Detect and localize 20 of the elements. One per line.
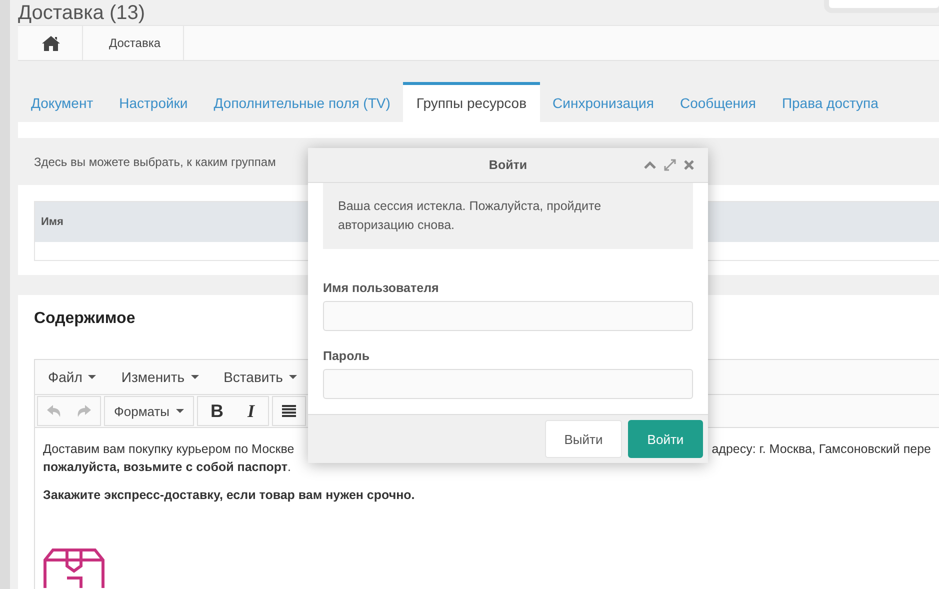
page-title: Доставка (13) [18,2,146,24]
logout-button[interactable]: Выйти [545,420,622,458]
info-text: Здесь вы можете выбрать, к каким группам [34,154,276,168]
body-text: Закажите экспресс-доставку, если товар вам нужен срочно. [43,488,415,502]
menu-item[interactable]: Файл [35,369,108,385]
menu-item[interactable]: Вставить [210,369,309,385]
field-label: Пароль [323,349,371,363]
menu-item[interactable]: Изменить [108,369,211,385]
column-header: Имя [41,216,64,228]
field-label: Имя пользователя [323,281,440,295]
breadcrumb-item[interactable]: Доставка [83,26,184,60]
bold-button[interactable]: B [206,400,228,422]
tab[interactable]: Группы ресурсов [403,82,540,122]
panel-title: Содержимое [34,309,136,329]
body-text: Доставим вам покупку курьером по Москве [43,441,294,458]
message-text: Ваша сессия истекла. Пожалуйста, пройдите авторизацию снова. [338,199,602,232]
body-text: пожалуйста, возьмите с собой паспорт. [43,460,291,474]
italic-button[interactable]: I [244,400,259,422]
dialog-title: Войти [488,158,528,172]
body-text: адресу: г. Москва, Гамсоновский пере [712,441,931,458]
